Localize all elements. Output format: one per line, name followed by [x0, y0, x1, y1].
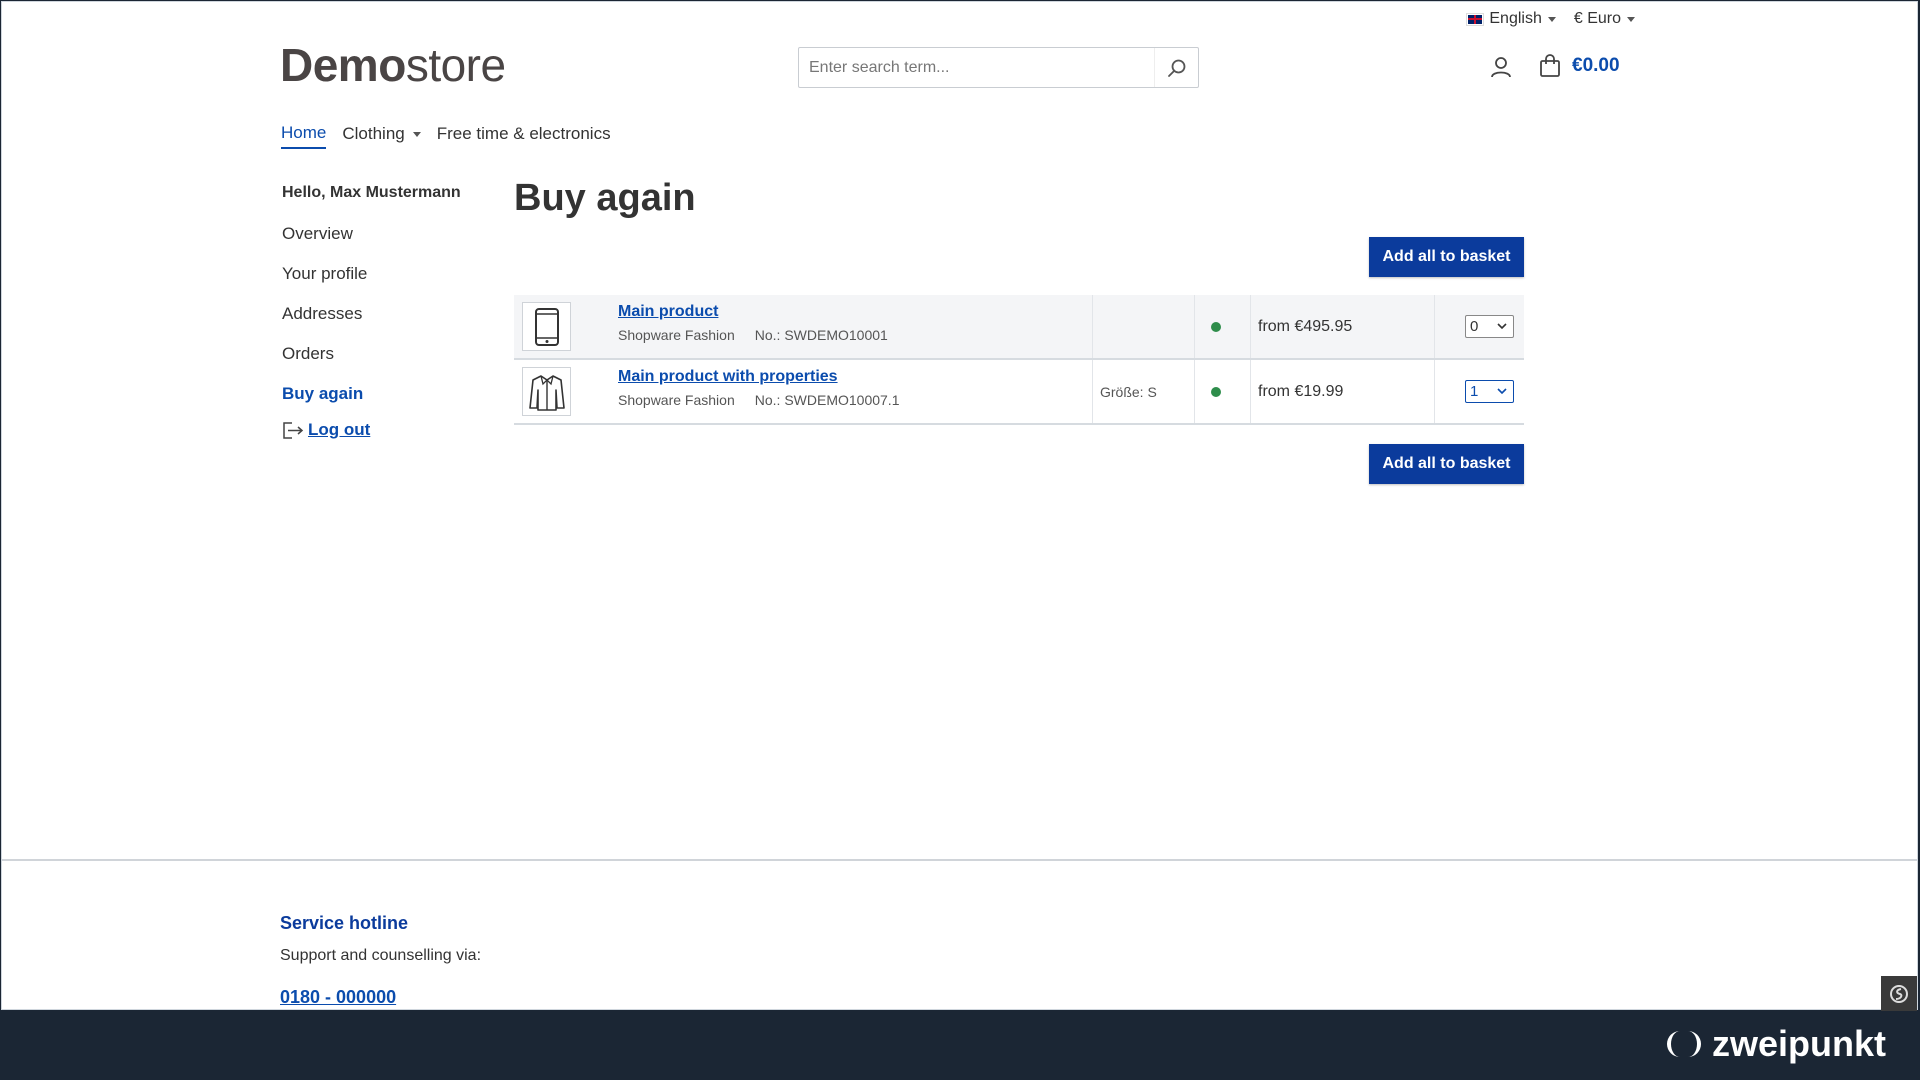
column-divider	[1434, 360, 1435, 423]
chevron-down-icon	[1497, 323, 1507, 330]
store-logo[interactable]: Demostore	[280, 38, 506, 92]
product-price: from €495.95	[1258, 317, 1353, 335]
service-hotline-title: Service hotline	[280, 913, 409, 933]
shopping-bag-icon	[1540, 54, 1560, 77]
product-manufacturer: Shopware Fashion	[618, 392, 735, 408]
cart-button[interactable]: €0.00	[1538, 54, 1620, 78]
hotline-phone-link[interactable]: 0180 - 000000	[280, 987, 396, 1008]
uk-flag-icon	[1466, 12, 1485, 26]
language-label: English	[1489, 10, 1542, 27]
sidebar-item-profile[interactable]: Your profile	[282, 264, 482, 304]
in-stock-indicator	[1211, 386, 1221, 397]
currency-label: € Euro	[1573, 10, 1621, 27]
greeting: Hello, Max Mustermann	[282, 184, 461, 201]
main-navigation: Home Clothing Free time & electronics	[281, 123, 611, 149]
product-name-link[interactable]: Main product	[618, 303, 888, 321]
shopware-icon	[1890, 985, 1908, 1003]
chevron-down-icon	[1497, 388, 1507, 395]
search-icon	[1167, 59, 1185, 77]
add-all-to-basket-button-bottom[interactable]: Add all to basket	[1369, 444, 1524, 484]
quantity-select[interactable]: 0	[1465, 315, 1514, 338]
column-divider	[1092, 295, 1093, 358]
product-manufacturer: Shopware Fashion	[618, 327, 735, 343]
product-number: No.: SWDEMO10007.1	[754, 392, 900, 408]
page-title: Buy again	[514, 177, 696, 219]
jacket-icon	[528, 374, 565, 411]
cart-total: €0.00	[1572, 55, 1620, 76]
sidebar-item-orders[interactable]: Orders	[282, 344, 482, 384]
logout-label: Log out	[308, 420, 371, 439]
sidebar-item-addresses[interactable]: Addresses	[282, 304, 482, 344]
logout-link[interactable]: Log out	[282, 420, 482, 440]
zweipunkt-logo: zweipunkt	[1666, 1023, 1886, 1065]
nav-home[interactable]: Home	[281, 123, 327, 149]
search-box	[798, 47, 1199, 88]
brand-name: zweipunkt	[1711, 1023, 1886, 1064]
quantity-value: 0	[1470, 318, 1479, 335]
column-divider	[1250, 295, 1251, 358]
product-variant: Größe: S	[1100, 383, 1157, 400]
top-bar: English € Euro	[1466, 10, 1635, 28]
logo-bold-text: Demo	[280, 39, 406, 91]
footer-divider	[2, 859, 1917, 861]
logout-icon	[283, 422, 304, 439]
product-info: Main product with properties Shopware Fa…	[618, 368, 899, 408]
brand-bar	[0, 1011, 1920, 1080]
column-divider	[1194, 360, 1195, 423]
sidebar-item-buy-again[interactable]: Buy again	[282, 384, 482, 424]
user-icon	[1491, 57, 1511, 78]
browser-viewport: English € Euro Demostore €0.00	[1, 1, 1918, 1012]
main-content: Buy again Add all to basket Main product…	[514, 177, 1524, 484]
product-price: from €19.99	[1258, 382, 1344, 400]
nav-clothing-label: Clothing	[342, 124, 405, 143]
logo-light-text: store	[405, 39, 506, 91]
quantity-select[interactable]: 1	[1465, 380, 1514, 403]
nav-free-time-electronics[interactable]: Free time & electronics	[437, 123, 611, 149]
product-name-link[interactable]: Main product with properties	[618, 368, 899, 386]
account-sidebar: Hello, Max Mustermann Overview Your prof…	[282, 184, 482, 440]
caret-down-icon	[1627, 16, 1635, 22]
product-thumbnail[interactable]	[522, 302, 571, 351]
product-thumbnail[interactable]	[522, 367, 571, 416]
currency-dropdown[interactable]: € Euro	[1574, 10, 1635, 28]
column-divider	[1434, 295, 1435, 358]
column-divider	[1250, 360, 1251, 423]
caret-down-icon	[1547, 16, 1556, 22]
column-divider	[1092, 360, 1093, 423]
smartphone-icon	[534, 307, 559, 346]
search-input[interactable]	[799, 48, 1154, 87]
buy-again-list: Main product Shopware Fashion No.: SWDEM…	[514, 295, 1524, 425]
product-info: Main product Shopware Fashion No.: SWDEM…	[618, 303, 888, 343]
product-number: No.: SWDEMO10001	[754, 327, 888, 343]
language-dropdown[interactable]: English	[1466, 10, 1556, 28]
search-button[interactable]	[1154, 48, 1198, 87]
nav-clothing[interactable]: Clothing	[342, 123, 421, 149]
quantity-value: 1	[1470, 383, 1479, 400]
table-row: Main product with properties Shopware Fa…	[514, 360, 1524, 425]
in-stock-indicator	[1211, 321, 1221, 332]
table-row: Main product Shopware Fashion No.: SWDEM…	[514, 295, 1524, 360]
sidebar-item-overview[interactable]: Overview	[282, 224, 482, 264]
account-button[interactable]	[1490, 56, 1512, 83]
service-hotline-text: Support and counselling via:	[280, 947, 482, 964]
caret-down-icon	[412, 131, 421, 137]
zweipunkt-mark-icon	[1666, 1031, 1701, 1057]
admin-toolbar-button[interactable]	[1881, 976, 1917, 1012]
column-divider	[1194, 295, 1195, 358]
add-all-to-basket-button-top[interactable]: Add all to basket	[1369, 237, 1524, 277]
